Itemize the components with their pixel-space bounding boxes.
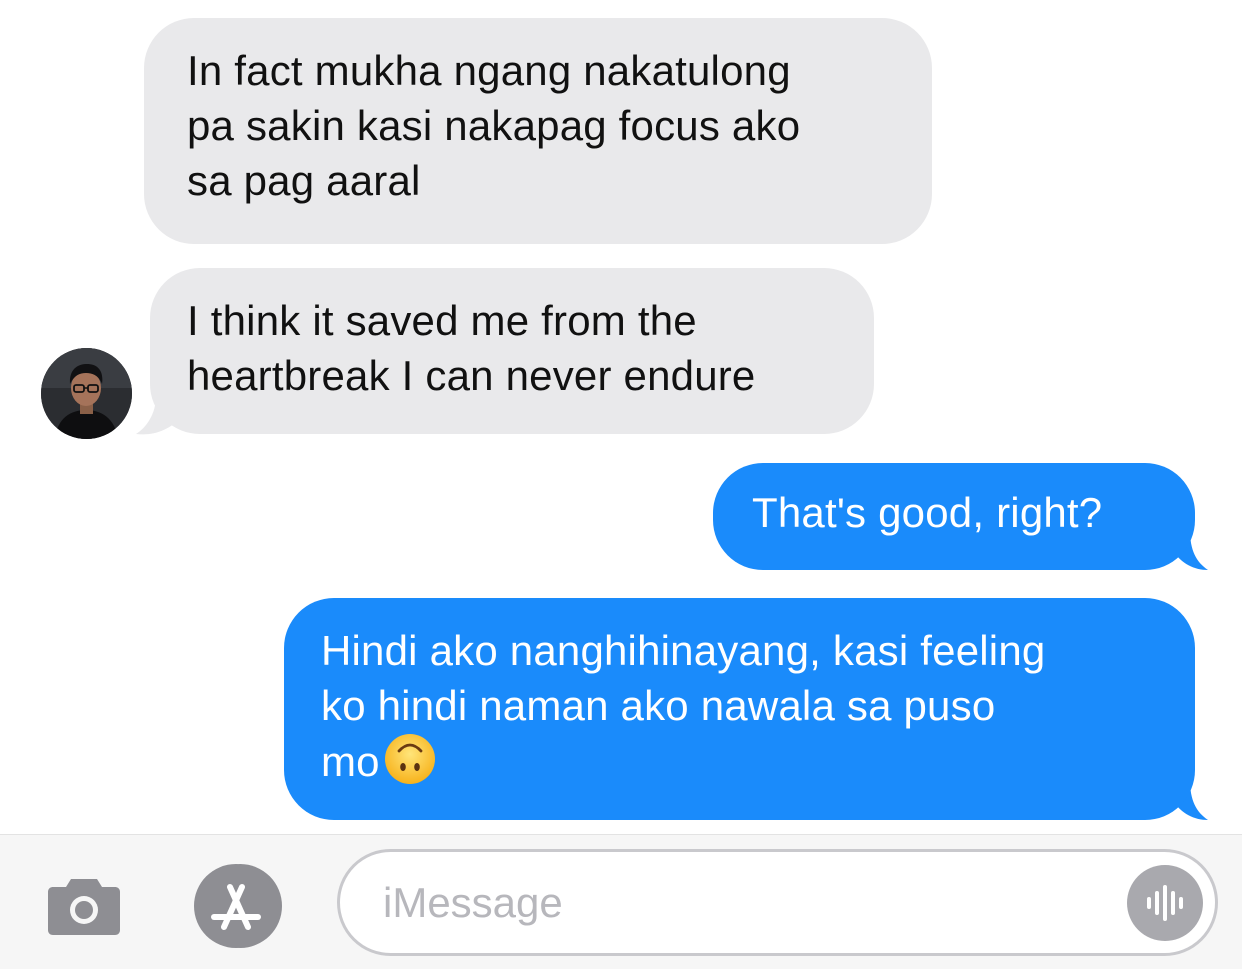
- contact-avatar[interactable]: [41, 348, 132, 439]
- camera-button[interactable]: [47, 877, 121, 935]
- camera-icon: [48, 879, 120, 935]
- incoming-message-bubble[interactable]: I think it saved me from the heartbreak …: [150, 268, 874, 434]
- audio-waveform-icon: [1147, 885, 1183, 921]
- imessage-conversation-screen: In fact mukha ngang nakatulong pa sakin …: [0, 0, 1242, 969]
- app-store-button[interactable]: [190, 861, 286, 951]
- outgoing-message-bubble[interactable]: That's good, right?: [713, 463, 1195, 570]
- outgoing-message-bubble[interactable]: Hindi ako nanghihinayang, kasi feeling k…: [284, 598, 1195, 820]
- incoming-message-bubble[interactable]: In fact mukha ngang nakatulong pa sakin …: [144, 18, 932, 244]
- message-input[interactable]: [383, 874, 1083, 932]
- message-input-bar: [0, 834, 1242, 969]
- app-store-icon: [192, 864, 282, 948]
- audio-message-button[interactable]: [1127, 865, 1203, 941]
- upside-down-face-emoji-icon: [384, 734, 435, 784]
- contact-avatar-photo: [41, 348, 132, 439]
- imessage-text-field[interactable]: [337, 849, 1218, 956]
